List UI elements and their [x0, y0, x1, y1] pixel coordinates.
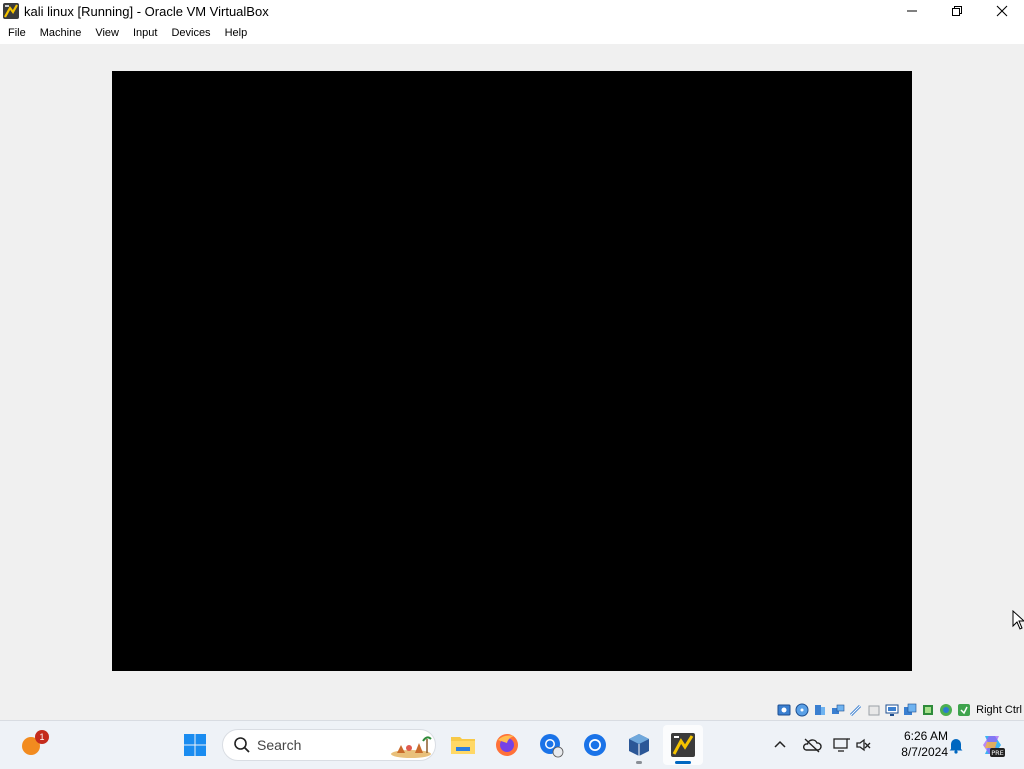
- running-indicator: [636, 761, 642, 764]
- shared-folders-icon[interactable]: [866, 702, 882, 718]
- display-network-icon: [833, 738, 850, 752]
- search-highlight-icon: [391, 736, 432, 758]
- window-title: kali linux [Running] - Oracle VM Virtual…: [24, 3, 269, 19]
- weather-widget[interactable]: 1: [12, 725, 52, 765]
- onedrive-offline-icon: [802, 738, 822, 753]
- close-icon: [996, 5, 1007, 17]
- taskbar-clock[interactable]: 6:26 AM 8/7/2024: [888, 728, 948, 760]
- firefox-icon: [496, 734, 518, 756]
- chrome-canary-icon: [540, 734, 564, 758]
- clock-date: 8/7/2024: [901, 745, 948, 759]
- notification-badge: 1: [35, 730, 49, 744]
- window-controls: [889, 0, 1024, 22]
- optical-drive-icon[interactable]: [794, 702, 810, 718]
- audio-icon[interactable]: [812, 702, 828, 718]
- firefox-button[interactable]: [487, 725, 527, 765]
- mouse-integration-icon[interactable]: [956, 702, 972, 718]
- active-indicator: [675, 761, 691, 764]
- onedrive-button[interactable]: [798, 725, 826, 765]
- title-bar: kali linux [Running] - Oracle VM Virtual…: [0, 0, 1024, 22]
- cpu-virtualization-icon[interactable]: [920, 702, 936, 718]
- network-icon[interactable]: [830, 702, 846, 718]
- host-key-label: Right Ctrl: [976, 704, 1022, 716]
- chevron-up-icon: [774, 740, 786, 748]
- vm-display[interactable]: [112, 71, 912, 671]
- taskbar-search[interactable]: Search: [222, 729, 436, 761]
- minimize-icon: [906, 10, 917, 12]
- close-button[interactable]: [979, 0, 1024, 22]
- hard-disk-icon[interactable]: [776, 702, 792, 718]
- mouse-cursor-icon: [1012, 609, 1024, 633]
- taskbar: 1 Search 6:26 AM 8/7/2024 PRE: [0, 720, 1024, 769]
- kali-icon: [2, 2, 20, 20]
- menu-help[interactable]: Help: [218, 22, 255, 44]
- quick-settings-button[interactable]: [830, 725, 874, 765]
- start-button[interactable]: [175, 725, 215, 765]
- menu-devices[interactable]: Devices: [164, 22, 217, 44]
- notifications-button[interactable]: [944, 725, 968, 765]
- menu-bar: File Machine View Input Devices Help: [0, 22, 1024, 44]
- menu-input[interactable]: Input: [126, 22, 164, 44]
- usb-icon[interactable]: [848, 702, 864, 718]
- chrome-icon: [584, 734, 606, 756]
- file-explorer-icon: [451, 737, 475, 754]
- vm-status-bar: Right Ctrl: [776, 700, 1024, 720]
- search-placeholder: Search: [257, 737, 302, 753]
- menu-file[interactable]: File: [0, 22, 33, 44]
- minimize-button[interactable]: [889, 0, 934, 22]
- bell-icon: [949, 739, 963, 754]
- virtualbox-button[interactable]: [619, 725, 659, 765]
- copilot-pre-label: PRE: [991, 749, 1004, 757]
- kali-vm-icon: [671, 733, 695, 757]
- display-icon[interactable]: [884, 702, 900, 718]
- volume-muted-icon: [856, 738, 871, 752]
- restore-button[interactable]: [934, 0, 979, 22]
- search-icon: [234, 737, 250, 753]
- menu-machine[interactable]: Machine: [33, 22, 89, 44]
- restore-icon: [951, 6, 962, 16]
- copilot-button[interactable]: PRE: [972, 725, 1012, 765]
- menu-view[interactable]: View: [88, 22, 126, 44]
- virtualbox-icon: [629, 734, 649, 756]
- kali-vm-button[interactable]: [663, 725, 703, 765]
- show-hidden-icons-button[interactable]: [766, 725, 794, 765]
- copilot-icon: PRE: [983, 736, 1005, 757]
- recording-icon[interactable]: [902, 702, 918, 718]
- file-explorer-button[interactable]: [443, 725, 483, 765]
- chrome-button[interactable]: [575, 725, 615, 765]
- start-icon: [184, 734, 206, 756]
- chrome-canary-button[interactable]: [531, 725, 571, 765]
- clock-time: 6:26 AM: [903, 729, 948, 743]
- guest-additions-icon[interactable]: [938, 702, 954, 718]
